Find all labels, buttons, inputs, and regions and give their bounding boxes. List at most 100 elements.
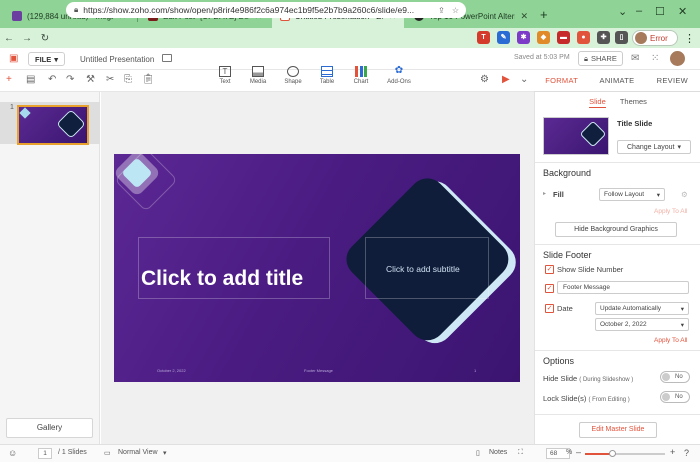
minimize-icon[interactable]: – bbox=[636, 5, 642, 17]
page-number-input[interactable]: 1 bbox=[38, 448, 52, 459]
paste-icon[interactable]: 📋︎ bbox=[142, 74, 155, 85]
folder-icon[interactable] bbox=[162, 54, 172, 62]
slide-thumbnail[interactable] bbox=[17, 105, 89, 145]
chevron-down-icon: ▾ bbox=[656, 191, 660, 199]
browser-menu-icon[interactable]: ⋮ bbox=[684, 32, 695, 45]
forward-icon[interactable]: → bbox=[18, 33, 36, 44]
extension-icon[interactable]: ✱ bbox=[517, 31, 530, 44]
zoom-slider[interactable] bbox=[585, 450, 665, 457]
zoom-slider-handle[interactable] bbox=[609, 450, 617, 457]
fill-select[interactable]: Follow Layout ▾ bbox=[599, 188, 665, 201]
slide-title[interactable]: Click to add title bbox=[141, 267, 303, 291]
zoom-in-icon[interactable]: + bbox=[670, 447, 675, 457]
extensions-puzzle-icon[interactable]: ✚ bbox=[597, 31, 610, 44]
reload-icon[interactable]: ↻ bbox=[36, 33, 54, 44]
tab-animate[interactable]: ANIMATE bbox=[589, 70, 644, 91]
fit-to-screen-icon[interactable]: ⛶ bbox=[518, 449, 523, 457]
undo-icon[interactable]: ↶ bbox=[48, 74, 56, 85]
lock-icon: 🔒︎ bbox=[584, 53, 588, 63]
extension-icon[interactable]: ▬ bbox=[557, 31, 570, 44]
slide-footer-date[interactable]: October 2, 2022 bbox=[157, 368, 186, 373]
slide[interactable]: Click to add title Click to add subtitle… bbox=[114, 154, 520, 382]
view-mode-select[interactable]: Normal View bbox=[118, 449, 158, 456]
zoho-show-logo-icon[interactable]: ▣ bbox=[9, 53, 18, 64]
avatar[interactable] bbox=[670, 51, 685, 66]
date-mode-select[interactable]: Update Automatically ▾ bbox=[595, 302, 689, 315]
apps-grid-icon[interactable]: ⁙ bbox=[651, 53, 659, 64]
file-menu-button[interactable]: FILE ▾ bbox=[28, 52, 66, 66]
extension-icon[interactable]: T bbox=[477, 31, 490, 44]
subtab-slide[interactable]: Slide bbox=[589, 97, 606, 108]
date-checkbox[interactable]: ✓ bbox=[545, 304, 554, 313]
lock-slide-toggle[interactable]: No bbox=[660, 391, 690, 403]
chevron-down-icon[interactable]: ⌄ bbox=[520, 74, 528, 85]
gallery-button[interactable]: Gallery bbox=[6, 418, 93, 438]
apply-to-all-background[interactable]: Apply To All bbox=[654, 208, 687, 215]
tab-format[interactable]: FORMAT bbox=[534, 70, 589, 91]
normal-view-icon[interactable]: ▭ bbox=[104, 449, 111, 457]
close-icon[interactable]: ✕ bbox=[520, 11, 528, 22]
format-painter-icon[interactable]: ⚒ bbox=[86, 74, 95, 85]
extension-icon[interactable]: ◆ bbox=[537, 31, 550, 44]
add-slide-icon[interactable]: + bbox=[6, 74, 12, 85]
extension-icon[interactable]: ✎ bbox=[497, 31, 510, 44]
slide-number: 1 bbox=[10, 104, 14, 111]
zoom-unit: % bbox=[566, 449, 573, 456]
insert-media-button[interactable]: Media bbox=[243, 66, 273, 85]
divider bbox=[535, 244, 700, 245]
insert-table-button[interactable]: Table bbox=[312, 66, 342, 85]
profile-button[interactable]: Error bbox=[632, 30, 678, 46]
edit-master-slide-button[interactable]: Edit Master Slide bbox=[579, 422, 657, 438]
insert-chart-button[interactable]: Chart bbox=[346, 66, 376, 85]
notes-icon[interactable]: ▯ bbox=[476, 449, 480, 457]
hide-slide-toggle[interactable]: No bbox=[660, 371, 690, 383]
back-icon[interactable]: ← bbox=[0, 33, 18, 44]
window-close-icon[interactable]: ✕ bbox=[678, 5, 687, 18]
tab-search-icon[interactable]: ⌄ bbox=[618, 5, 627, 18]
slide-footer-message[interactable]: Footer Message bbox=[304, 368, 333, 373]
expand-arrow-icon[interactable]: ▸ bbox=[543, 190, 546, 197]
cut-icon[interactable]: ✂ bbox=[106, 74, 114, 85]
new-tab-button[interactable]: + bbox=[540, 7, 548, 22]
slide-footer-number[interactable]: 1 bbox=[474, 368, 476, 373]
change-layout-button[interactable]: Change Layout ▾ bbox=[617, 140, 691, 154]
tab-review[interactable]: REVIEW bbox=[645, 70, 700, 91]
address-bar[interactable]: 🔒︎ https://show.zoho.com/show/open/p8rir… bbox=[66, 2, 466, 18]
share-button[interactable]: 🔒︎ SHARE bbox=[578, 51, 623, 66]
maximize-icon[interactable]: ☐ bbox=[655, 5, 665, 18]
layout-thumbnail[interactable] bbox=[543, 117, 609, 155]
chat-icon[interactable]: ☺ bbox=[8, 448, 17, 458]
share-page-icon[interactable]: ⇪ bbox=[438, 6, 445, 15]
show-slide-number-checkbox[interactable]: ✓ bbox=[545, 265, 554, 274]
redo-icon[interactable]: ↷ bbox=[66, 74, 74, 85]
settings-icon[interactable]: ⚙ bbox=[681, 190, 688, 199]
hide-background-graphics-button[interactable]: Hide Background Graphics bbox=[555, 222, 677, 237]
chart-icon bbox=[355, 66, 367, 77]
insert-text-button[interactable]: T Text bbox=[210, 66, 240, 85]
date-mode-value: Update Automatically bbox=[600, 305, 662, 312]
toggle-knob bbox=[662, 373, 670, 381]
slide-subtitle[interactable]: Click to add subtitle bbox=[386, 264, 460, 274]
apply-to-all-footer[interactable]: Apply To All bbox=[654, 337, 687, 344]
zoom-out-icon[interactable]: – bbox=[576, 447, 581, 457]
lock-icon[interactable]: 🔒︎ bbox=[74, 5, 78, 15]
extension-icon[interactable]: ● bbox=[577, 31, 590, 44]
footer-message-input[interactable]: Footer Message bbox=[557, 281, 689, 294]
settings-icon[interactable]: ⚙ bbox=[480, 74, 489, 85]
add-ons-button[interactable]: ✿ Add-Ons bbox=[384, 66, 414, 86]
mail-icon[interactable]: ✉ bbox=[631, 53, 639, 64]
subtab-themes[interactable]: Themes bbox=[620, 97, 647, 106]
play-slideshow-icon[interactable]: ▶ bbox=[502, 74, 510, 85]
notes-button[interactable]: Notes bbox=[489, 449, 507, 456]
bookmark-star-icon[interactable]: ☆ bbox=[452, 6, 459, 15]
help-icon[interactable]: ? bbox=[684, 448, 689, 458]
copy-icon[interactable]: ⎘ bbox=[124, 74, 132, 85]
side-panel-icon[interactable]: ▯ bbox=[615, 31, 628, 44]
document-title[interactable]: Untitled Presentation bbox=[80, 55, 154, 64]
footer-message-checkbox[interactable]: ✓ bbox=[545, 284, 554, 293]
date-format-select[interactable]: October 2, 2022 ▾ bbox=[595, 318, 689, 331]
layout-icon[interactable]: ▤ bbox=[26, 74, 35, 85]
chevron-down-icon[interactable]: ▾ bbox=[163, 449, 167, 457]
file-menu-label: FILE bbox=[35, 54, 52, 64]
insert-shape-button[interactable]: Shape bbox=[278, 66, 308, 85]
